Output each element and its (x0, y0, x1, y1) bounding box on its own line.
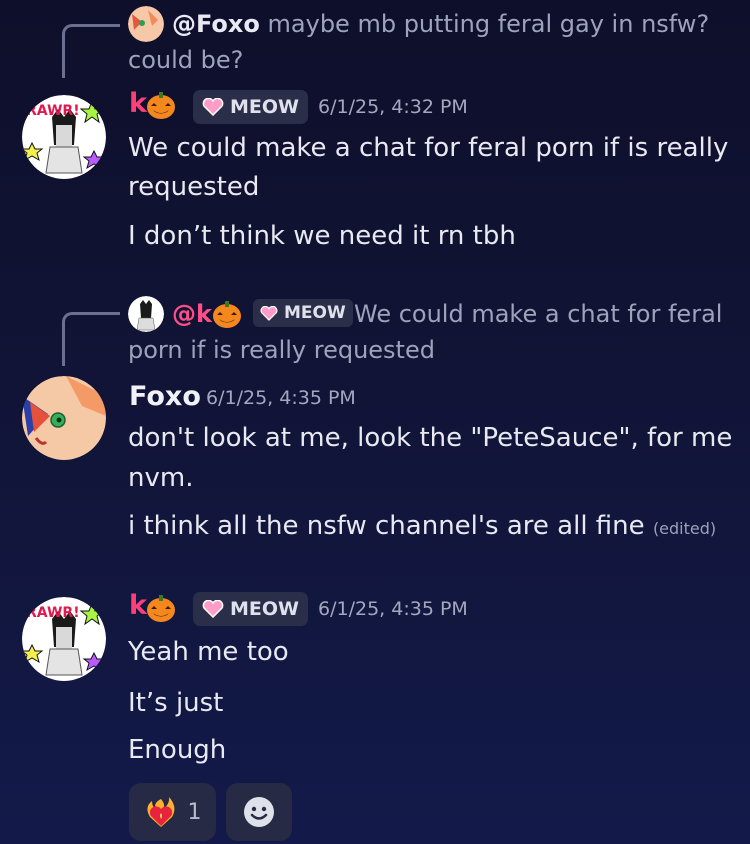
add-reaction-icon (244, 797, 274, 827)
k-mini-avatar[interactable] (128, 296, 164, 332)
reaction-heart-on-fire[interactable]: 1 (129, 783, 216, 841)
message-line: It’s just (128, 688, 224, 718)
role-tag-label: MEOW (284, 303, 346, 323)
role-tag[interactable]: MEOW (193, 90, 308, 124)
pink-heart-icon (202, 600, 224, 618)
reply-text-line2: porn if is really requested (128, 336, 435, 364)
foxo-avatar[interactable] (22, 376, 106, 460)
message-line: nvm. (128, 463, 194, 493)
reply-text: We could make a chat for feral (354, 300, 723, 328)
reply-preview-1[interactable]: @Foxo maybe mb putting feral gay in nsfw… (172, 6, 709, 42)
message-line: Enough (128, 735, 227, 765)
author-name[interactable]: k (129, 590, 147, 621)
reply-connector (62, 312, 120, 366)
edited-label: (edited) (652, 519, 717, 538)
foxo-mini-avatar[interactable] (128, 6, 164, 42)
heart-on-fire-icon (146, 797, 174, 827)
message-line: I don’t think we need it rn tbh (128, 221, 516, 251)
jack-o-lantern-icon (213, 301, 241, 328)
timestamp[interactable]: 6/1/25, 4:32 PM (318, 96, 468, 118)
pink-heart-icon (260, 305, 278, 321)
reply-preview-2[interactable]: @k (172, 296, 212, 332)
reaction-count: 1 (187, 799, 202, 825)
reply-text: maybe mb putting feral gay in nsfw? (267, 10, 710, 38)
reply-connector (62, 24, 120, 78)
k-avatar[interactable]: RAWR! (22, 597, 106, 681)
message-line: don't look at me, look the "PeteSauce", … (128, 423, 733, 453)
message-line-edited: i think all the nsfw channel's are all f… (128, 506, 716, 549)
role-tag-label: MEOW (230, 598, 299, 620)
author-name[interactable]: k (129, 88, 147, 119)
reply-mention[interactable]: @Foxo (172, 10, 260, 38)
message-line: Yeah me too (128, 637, 289, 667)
jack-o-lantern-icon (147, 92, 175, 119)
jack-o-lantern-icon (147, 595, 175, 622)
role-tag[interactable]: MEOW (193, 592, 308, 626)
reply-mention[interactable]: @k (172, 300, 212, 328)
timestamp[interactable]: 6/1/25, 4:35 PM (206, 387, 356, 409)
reply-text-line2: could be? (128, 46, 244, 74)
pink-heart-icon (202, 98, 224, 116)
timestamp[interactable]: 6/1/25, 4:35 PM (318, 598, 468, 620)
svg-text:RAWR!: RAWR! (26, 103, 80, 119)
role-tag-label: MEOW (230, 96, 299, 118)
svg-text:RAWR!: RAWR! (26, 605, 80, 621)
k-avatar[interactable]: RAWR! (22, 95, 106, 179)
add-reaction-button[interactable] (226, 783, 292, 841)
message-text: i think all the nsfw channel's are all f… (128, 511, 645, 541)
role-tag[interactable]: MEOW (253, 299, 353, 327)
message-line: We could make a chat for feral porn if i… (128, 133, 729, 163)
author-name[interactable]: Foxo (129, 381, 201, 412)
message-line: requested (128, 172, 260, 202)
